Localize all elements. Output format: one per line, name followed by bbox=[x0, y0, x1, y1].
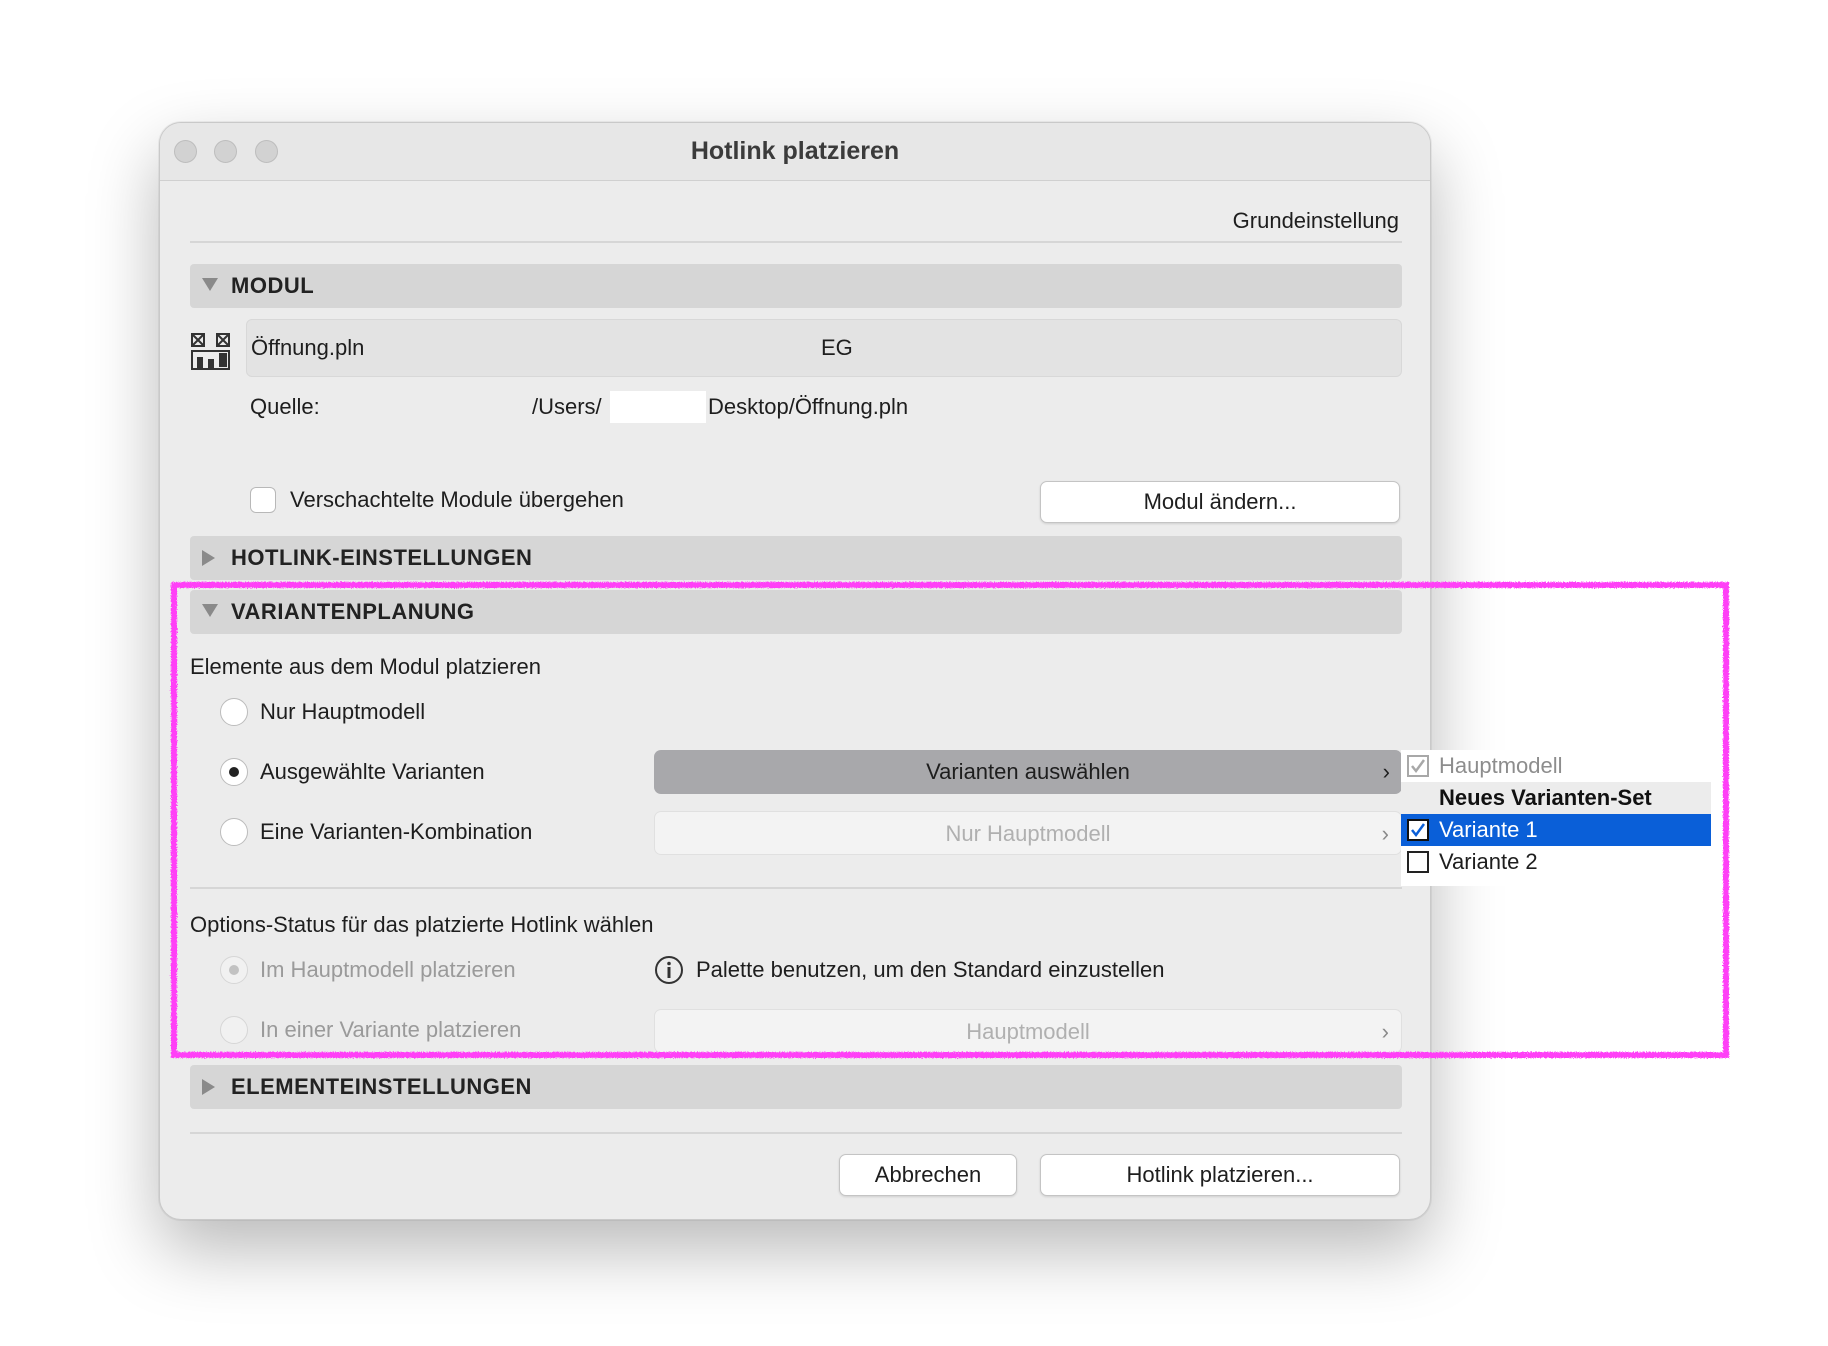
menu-item-label: Variante 1 bbox=[1439, 817, 1538, 842]
triangle-down-icon bbox=[202, 278, 218, 291]
variant-popup-value: Hauptmodell bbox=[966, 1019, 1090, 1044]
section-header-variant-planning[interactable]: VARIANTENPLANUNG bbox=[190, 590, 1402, 634]
divider bbox=[190, 887, 1402, 889]
section-header-modul[interactable]: MODUL bbox=[190, 264, 1402, 308]
checkbox-checked-icon bbox=[1407, 755, 1429, 777]
redacted-username bbox=[610, 391, 706, 423]
radio-main-model-only-label: Nur Hauptmodell bbox=[260, 699, 426, 724]
menu-item-variant-1[interactable]: Variante 1 bbox=[1401, 814, 1711, 846]
info-icon bbox=[654, 955, 684, 990]
section-title-element-settings: ELEMENTEINSTELLUNGEN bbox=[231, 1074, 532, 1099]
triangle-right-icon bbox=[202, 1079, 215, 1095]
place-elements-label: Elemente aus dem Modul platzieren bbox=[190, 654, 541, 679]
menu-item-label: Variante 2 bbox=[1439, 849, 1538, 874]
checkbox-checked-icon bbox=[1407, 819, 1429, 841]
select-variants-button[interactable]: Varianten auswählen › bbox=[654, 750, 1402, 794]
skip-nested-checkbox[interactable] bbox=[250, 487, 276, 513]
option-status-label: Options-Status für das platzierte Hotlin… bbox=[190, 912, 654, 937]
radio-place-in-variant-label: In einer Variante platzieren bbox=[260, 1017, 522, 1042]
radio-selected-variants[interactable] bbox=[220, 758, 248, 786]
variant-popup[interactable]: Hauptmodell › bbox=[654, 1009, 1402, 1053]
triangle-down-icon bbox=[202, 604, 218, 617]
radio-selected-variants-label: Ausgewählte Varianten bbox=[260, 759, 485, 784]
menu-item-label: Hauptmodell bbox=[1439, 753, 1563, 778]
section-header-element-settings[interactable]: ELEMENTEINSTELLUNGEN bbox=[190, 1065, 1402, 1109]
select-variants-label: Varianten auswählen bbox=[926, 759, 1130, 784]
module-file-name: Öffnung.pln bbox=[251, 335, 365, 360]
preset-label[interactable]: Grundeinstellung bbox=[1233, 201, 1399, 241]
radio-selected-dot bbox=[229, 767, 239, 777]
radio-place-in-main-model[interactable] bbox=[220, 956, 248, 984]
chevron-right-icon: › bbox=[1382, 759, 1390, 784]
chevron-right-icon: › bbox=[1381, 1019, 1389, 1044]
skip-nested-label: Verschachtelte Module übergehen bbox=[290, 487, 624, 512]
menu-item-main-model[interactable]: Hauptmodell bbox=[1401, 750, 1711, 782]
source-path-end: Desktop/Öffnung.pln bbox=[708, 394, 909, 419]
radio-place-in-main-model-label: Im Hauptmodell platzieren bbox=[260, 957, 516, 982]
triangle-right-icon bbox=[202, 550, 215, 566]
source-label: Quelle: bbox=[250, 394, 320, 419]
divider bbox=[190, 241, 1402, 243]
checkbox-unchecked-icon bbox=[1407, 851, 1429, 873]
section-title-variant-planning: VARIANTENPLANUNG bbox=[231, 599, 475, 624]
menu-item-variant-2[interactable]: Variante 2 bbox=[1401, 846, 1711, 878]
combination-popup-value: Nur Hauptmodell bbox=[945, 821, 1111, 846]
radio-main-model-only[interactable] bbox=[220, 698, 248, 726]
section-title-modul: MODUL bbox=[231, 273, 315, 298]
divider bbox=[190, 1132, 1402, 1134]
dialog-window: Hotlink platzieren Grundeinstellung MODU… bbox=[159, 122, 1431, 1220]
source-path-start: /Users/ bbox=[532, 394, 602, 419]
module-story: EG bbox=[821, 335, 853, 360]
title-bar[interactable]: Hotlink platzieren bbox=[160, 123, 1430, 181]
section-title-hotlink-settings: HOTLINK-EINSTELLUNGEN bbox=[231, 545, 533, 570]
window-title: Hotlink platzieren bbox=[690, 137, 900, 165]
radio-variant-combination[interactable] bbox=[220, 818, 248, 846]
info-text: Palette benutzen, um den Standard einzus… bbox=[696, 957, 1165, 982]
section-header-hotlink-settings[interactable]: HOTLINK-EINSTELLUNGEN bbox=[190, 536, 1402, 580]
menu-header-new-variant-set: Neues Varianten-Set bbox=[1401, 782, 1711, 814]
change-module-button[interactable]: Modul ändern... bbox=[1040, 481, 1400, 523]
combination-popup[interactable]: Nur Hauptmodell › bbox=[654, 811, 1402, 855]
menu-header-label: Neues Varianten-Set bbox=[1439, 785, 1652, 810]
radio-place-in-variant[interactable] bbox=[220, 1016, 248, 1044]
place-hotlink-button[interactable]: Hotlink platzieren... bbox=[1040, 1154, 1400, 1196]
variants-menu: Hauptmodell Neues Varianten-Set Variante… bbox=[1401, 750, 1711, 886]
radio-selected-dot bbox=[229, 965, 239, 975]
module-info-row[interactable]: Öffnung.pln EG bbox=[246, 319, 1402, 377]
cancel-button[interactable]: Abbrechen bbox=[839, 1154, 1017, 1196]
chevron-right-icon: › bbox=[1381, 821, 1389, 846]
radio-variant-combination-label: Eine Varianten-Kombination bbox=[260, 819, 533, 844]
module-file-icon bbox=[191, 333, 231, 376]
